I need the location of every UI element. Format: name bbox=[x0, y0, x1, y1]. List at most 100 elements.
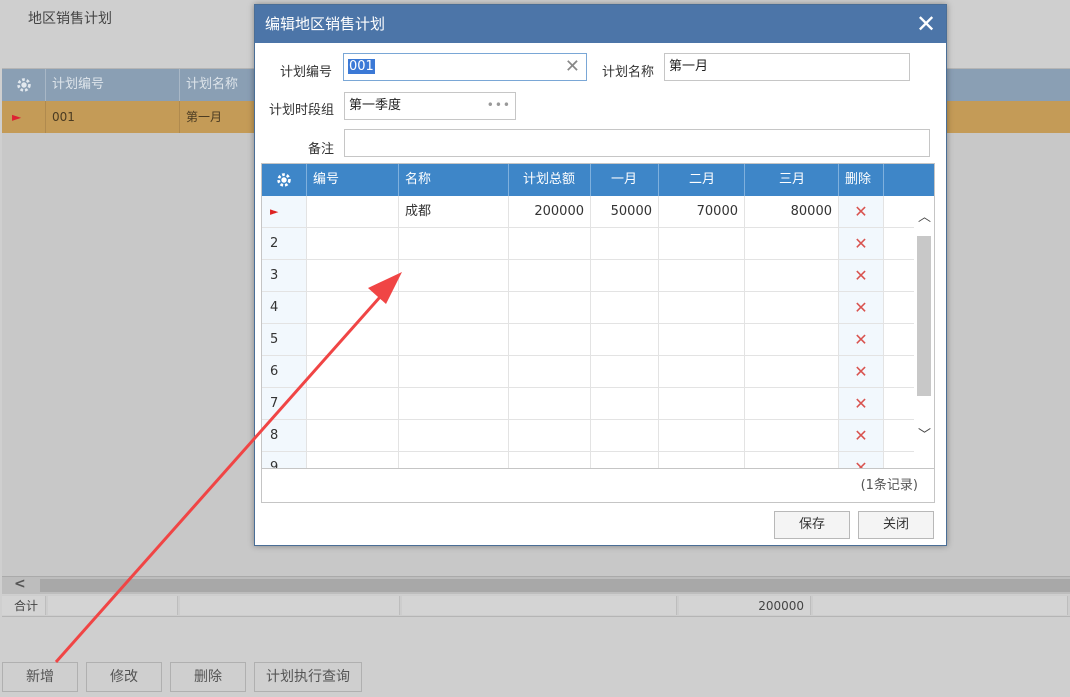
scrollbar-thumb[interactable] bbox=[40, 579, 1070, 592]
delete-row-icon[interactable]: ✕ bbox=[839, 228, 884, 259]
cell-feb[interactable] bbox=[659, 420, 745, 451]
delete-row-icon[interactable]: ✕ bbox=[839, 388, 884, 419]
column-plan-code[interactable]: 计划编号 bbox=[46, 69, 180, 101]
cell-total[interactable] bbox=[509, 260, 591, 291]
cell-name[interactable] bbox=[399, 356, 509, 387]
more-icon[interactable]: ••• bbox=[487, 93, 511, 117]
cell-name[interactable] bbox=[399, 420, 509, 451]
column-total[interactable]: 计划总额 bbox=[509, 164, 591, 196]
column-delete[interactable]: 删除 bbox=[839, 164, 884, 196]
table-row[interactable]: ► 成都 200000 50000 70000 80000 ✕ bbox=[262, 196, 934, 228]
cell-code[interactable] bbox=[307, 388, 399, 419]
horizontal-scrollbar[interactable]: < bbox=[2, 576, 1070, 594]
scrollbar-thumb[interactable] bbox=[917, 236, 931, 396]
cell-name[interactable]: 成都 bbox=[399, 196, 509, 227]
period-group-picker[interactable]: 第一季度 ••• bbox=[344, 92, 516, 120]
cell-name[interactable] bbox=[399, 292, 509, 323]
delete-row-icon[interactable]: ✕ bbox=[839, 292, 884, 323]
cell-total[interactable]: 200000 bbox=[509, 196, 591, 227]
cell-name[interactable] bbox=[399, 388, 509, 419]
vertical-scrollbar[interactable]: ︿ ﹀ bbox=[914, 196, 934, 468]
cell-feb[interactable] bbox=[659, 452, 745, 468]
delete-row-icon[interactable]: ✕ bbox=[839, 452, 884, 468]
delete-row-icon[interactable]: ✕ bbox=[839, 196, 884, 227]
cell-name[interactable] bbox=[399, 228, 509, 259]
cell-jan[interactable] bbox=[591, 292, 659, 323]
cell-mar[interactable] bbox=[745, 388, 839, 419]
cell-jan[interactable] bbox=[591, 388, 659, 419]
cell-mar[interactable] bbox=[745, 228, 839, 259]
cell-mar[interactable] bbox=[745, 324, 839, 355]
table-row[interactable]: 8 ✕ bbox=[262, 420, 934, 452]
cell-code[interactable] bbox=[307, 420, 399, 451]
cell-feb[interactable] bbox=[659, 388, 745, 419]
edit-button[interactable]: 修改 bbox=[86, 662, 162, 692]
table-row[interactable]: 2 ✕ bbox=[262, 228, 934, 260]
cell-feb[interactable] bbox=[659, 260, 745, 291]
cell-code[interactable] bbox=[307, 356, 399, 387]
cell-feb[interactable] bbox=[659, 292, 745, 323]
delete-row-icon[interactable]: ✕ bbox=[839, 356, 884, 387]
plan-execution-query-button[interactable]: 计划执行查询 bbox=[254, 662, 362, 692]
cell-name[interactable] bbox=[399, 452, 509, 468]
cell-total[interactable] bbox=[509, 324, 591, 355]
cell-total[interactable] bbox=[509, 292, 591, 323]
cell-name[interactable] bbox=[399, 324, 509, 355]
cell-total[interactable] bbox=[509, 452, 591, 468]
delete-row-icon[interactable]: ✕ bbox=[839, 420, 884, 451]
chevron-up-icon[interactable]: ︿ bbox=[918, 206, 931, 225]
cell-mar[interactable] bbox=[745, 292, 839, 323]
cell-jan[interactable] bbox=[591, 452, 659, 468]
cell-feb[interactable] bbox=[659, 228, 745, 259]
cell-mar[interactable] bbox=[745, 260, 839, 291]
table-row[interactable]: 3 ✕ bbox=[262, 260, 934, 292]
cell-feb[interactable] bbox=[659, 324, 745, 355]
table-row[interactable]: 4 ✕ bbox=[262, 292, 934, 324]
column-code[interactable]: 编号 bbox=[307, 164, 399, 196]
cell-feb[interactable]: 70000 bbox=[659, 196, 745, 227]
table-row[interactable]: 6 ✕ bbox=[262, 356, 934, 388]
cell-mar[interactable] bbox=[745, 420, 839, 451]
cell-total[interactable] bbox=[509, 388, 591, 419]
delete-row-icon[interactable]: ✕ bbox=[839, 324, 884, 355]
cell-jan[interactable] bbox=[591, 420, 659, 451]
column-plan-name[interactable]: 计划名称 bbox=[180, 69, 260, 101]
chevron-down-icon[interactable]: ﹀ bbox=[918, 424, 931, 443]
cell-total[interactable] bbox=[509, 420, 591, 451]
delete-row-icon[interactable]: ✕ bbox=[839, 260, 884, 291]
gear-icon[interactable] bbox=[262, 164, 307, 196]
add-button[interactable]: 新增 bbox=[2, 662, 78, 692]
cell-jan[interactable] bbox=[591, 228, 659, 259]
column-jan[interactable]: 一月 bbox=[591, 164, 659, 196]
close-button[interactable]: 关闭 bbox=[858, 511, 934, 539]
cell-code[interactable] bbox=[307, 228, 399, 259]
cell-feb[interactable] bbox=[659, 356, 745, 387]
clear-icon[interactable]: ✕ bbox=[565, 54, 580, 80]
cell-code[interactable] bbox=[307, 324, 399, 355]
remark-field[interactable] bbox=[344, 129, 930, 157]
table-row[interactable]: 9 ✕ bbox=[262, 452, 934, 468]
save-button[interactable]: 保存 bbox=[774, 511, 850, 539]
cell-code[interactable] bbox=[307, 260, 399, 291]
cell-total[interactable] bbox=[509, 356, 591, 387]
delete-button[interactable]: 删除 bbox=[170, 662, 246, 692]
cell-mar[interactable]: 80000 bbox=[745, 196, 839, 227]
cell-code[interactable] bbox=[307, 196, 399, 227]
plan-code-field[interactable]: 001 ✕ bbox=[343, 53, 587, 81]
table-row[interactable]: 5 ✕ bbox=[262, 324, 934, 356]
cell-jan[interactable] bbox=[591, 260, 659, 291]
cell-code[interactable] bbox=[307, 292, 399, 323]
table-row[interactable]: 7 ✕ bbox=[262, 388, 934, 420]
column-name[interactable]: 名称 bbox=[399, 164, 509, 196]
plan-name-field[interactable]: 第一月 bbox=[664, 53, 910, 81]
cell-jan[interactable]: 50000 bbox=[591, 196, 659, 227]
gear-icon[interactable] bbox=[2, 69, 46, 101]
cell-jan[interactable] bbox=[591, 324, 659, 355]
column-mar[interactable]: 三月 bbox=[745, 164, 839, 196]
column-feb[interactable]: 二月 bbox=[659, 164, 745, 196]
close-icon[interactable]: ✕ bbox=[914, 5, 938, 43]
cell-mar[interactable] bbox=[745, 356, 839, 387]
cell-code[interactable] bbox=[307, 452, 399, 468]
cell-name[interactable] bbox=[399, 260, 509, 291]
cell-jan[interactable] bbox=[591, 356, 659, 387]
